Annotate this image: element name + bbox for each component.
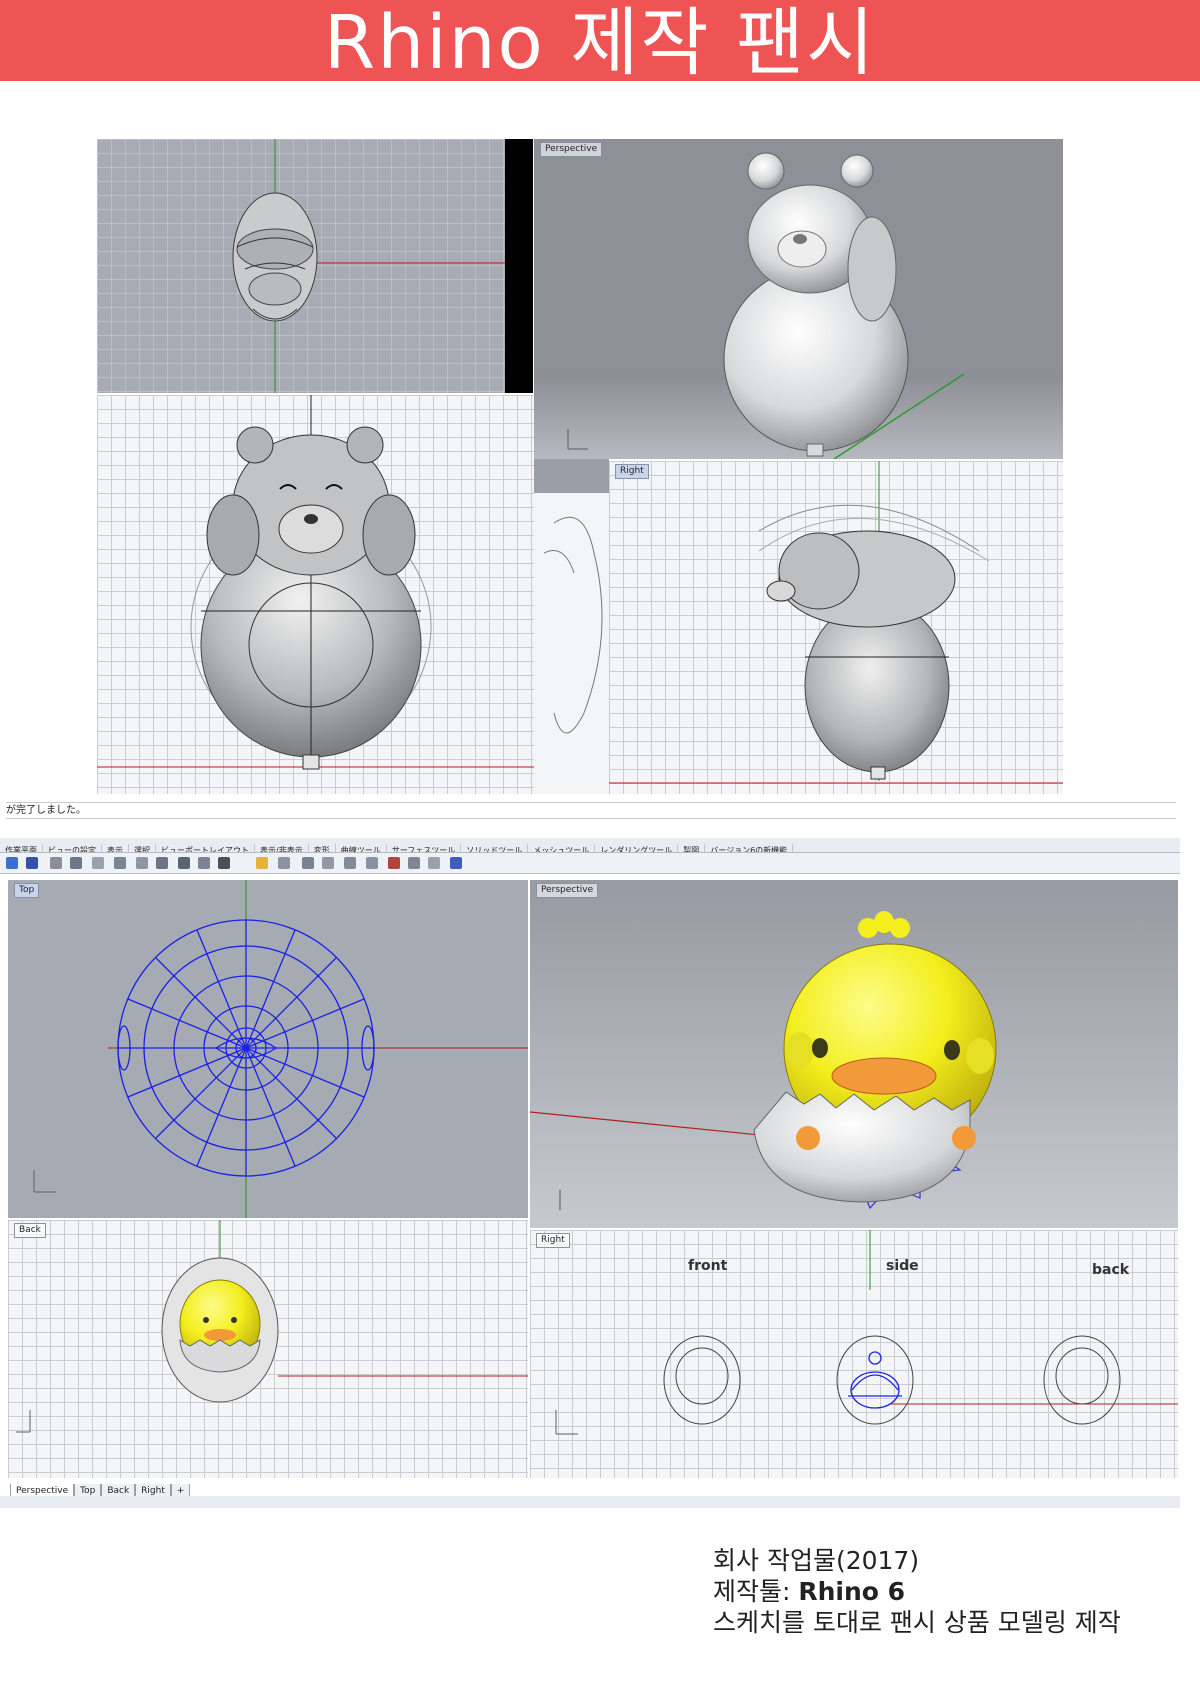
pooh-top-view-render	[232, 139, 505, 393]
toolbar-tab-mesh-tools[interactable]: メッシュツール	[528, 844, 596, 852]
tool-icon-8[interactable]	[156, 857, 168, 869]
sketch-underlay	[534, 493, 609, 794]
caption-tool-name: Rhino 6	[798, 1577, 906, 1606]
viewport-label-right[interactable]: Right	[536, 1233, 570, 1248]
viewport-right-view[interactable]: front side back Right	[530, 1230, 1178, 1478]
command-history-line: が完了しました。	[6, 802, 1176, 819]
toolbar-tab-visibility[interactable]: 表示/非表示	[255, 844, 309, 852]
tool-icon-6[interactable]	[114, 857, 126, 869]
sheet-label-front: front	[688, 1258, 728, 1274]
rhino-toolbar-tab-row: 作業平面 ビューの設定 表示 選択 ビューポートレイアウト 表示/非表示 変形 曲線ツール サー…	[0, 838, 1180, 853]
title-banner: Rhino 제작 팬시	[0, 0, 1200, 86]
tool-icon-10[interactable]	[198, 857, 210, 869]
caption-line-company: 회사 작업물(2017)	[713, 1546, 920, 1575]
caption-line-tool: 제작툴: Rhino 6	[713, 1576, 1121, 1607]
rhino-screenshot-chick: Top Perspective Back front side back Rig…	[8, 880, 1178, 1478]
tool-icon-15[interactable]	[344, 857, 356, 869]
tool-icon-18[interactable]	[408, 857, 420, 869]
chick-top-wireframe	[33, 880, 528, 1218]
tool-icon-7[interactable]	[136, 857, 148, 869]
viewport-divider	[505, 139, 533, 393]
viewport-perspective[interactable]: Perspective	[530, 880, 1178, 1228]
chick-right-view-render	[555, 1230, 1178, 1435]
tool-icon-3[interactable]	[50, 857, 62, 869]
sheet-label-side: side	[886, 1258, 919, 1274]
viewport-top-view[interactable]: Top	[8, 880, 528, 1218]
tool-icon-5[interactable]	[92, 857, 104, 869]
chick-perspective-render	[530, 880, 1178, 1228]
folder-open-icon[interactable]	[256, 857, 268, 869]
tool-icon-1[interactable]	[6, 857, 18, 869]
viewport-tab-bar: Perspective Top Back Right +	[10, 1478, 191, 1499]
toolbar-tab-transform[interactable]: 変形	[309, 844, 336, 852]
viewport-gap	[534, 459, 609, 493]
rhino-icon-toolbar	[0, 853, 1180, 874]
toolbar-tab-select[interactable]: 選択	[129, 844, 156, 852]
pooh-right-view-render	[609, 461, 1063, 784]
toolbar-tab-v6-new[interactable]: バージョン6の新機能	[705, 844, 794, 852]
caption-tool-prefix: 제작툴:	[713, 1577, 799, 1606]
tool-icon-16[interactable]	[366, 857, 378, 869]
pooh-perspective-render	[534, 139, 1063, 459]
viewport-right-view[interactable]: Right	[609, 461, 1063, 794]
toolbar-tab-drafting[interactable]: 製図	[678, 844, 706, 852]
sheet-label-back: back	[1092, 1262, 1130, 1278]
tool-icon-20[interactable]	[450, 857, 462, 869]
viewport-label-perspective[interactable]: Perspective	[536, 883, 599, 898]
rhino-screenshot-pooh: Perspective Right	[97, 139, 1063, 794]
viewport-label-back[interactable]: Back	[14, 1223, 46, 1238]
toolbar-tab-view-settings[interactable]: ビューの設定	[43, 844, 102, 852]
viewport-front-view[interactable]	[97, 395, 534, 794]
project-caption: 회사 작업물(2017) 제작툴: Rhino 6 스케치를 토대로 팬시 상품…	[713, 1545, 1121, 1638]
tool-icon-11[interactable]	[218, 857, 230, 869]
toolbar-tab-curve-tools[interactable]: 曲線ツール	[336, 844, 387, 852]
toolbar-tab-workplane[interactable]: 作業平面	[0, 844, 43, 852]
viewport-top-view[interactable]	[97, 139, 505, 393]
pooh-front-view-render	[97, 395, 534, 770]
toolbar-tab-solid-tools[interactable]: ソリッドツール	[461, 844, 529, 852]
viewport-perspective[interactable]: Perspective	[534, 139, 1063, 459]
chick-back-view-render	[16, 1220, 528, 1433]
tool-icon-4[interactable]	[70, 857, 82, 869]
page-title: Rhino 제작 팬시	[323, 0, 877, 86]
toolbar-tab-surface-tools[interactable]: サーフェスツール	[387, 844, 462, 852]
viewport-label-right[interactable]: Right	[615, 464, 649, 479]
viewport-label-perspective[interactable]: Perspective	[540, 142, 603, 157]
tool-icon-17[interactable]	[388, 857, 400, 869]
tool-icon-12[interactable]	[278, 857, 290, 869]
viewport-back-view[interactable]: Back	[8, 1220, 528, 1478]
tool-icon-13[interactable]	[302, 857, 314, 869]
osnap-status-row	[0, 1496, 1180, 1508]
caption-line-description: 스케치를 토대로 팬시 상품 모델링 제작	[713, 1608, 1121, 1637]
toolbar-tab-display[interactable]: 表示	[102, 844, 129, 852]
tool-icon-9[interactable]	[178, 857, 190, 869]
tool-icon-14[interactable]	[322, 857, 334, 869]
viewport-label-top[interactable]: Top	[14, 883, 40, 898]
toolbar-tab-viewport-layout[interactable]: ビューポートレイアウト	[156, 844, 255, 852]
toolbar-tab-render-tools[interactable]: レンダリングツール	[595, 844, 679, 852]
tool-icon-2[interactable]	[26, 857, 38, 869]
tool-icon-19[interactable]	[428, 857, 440, 869]
